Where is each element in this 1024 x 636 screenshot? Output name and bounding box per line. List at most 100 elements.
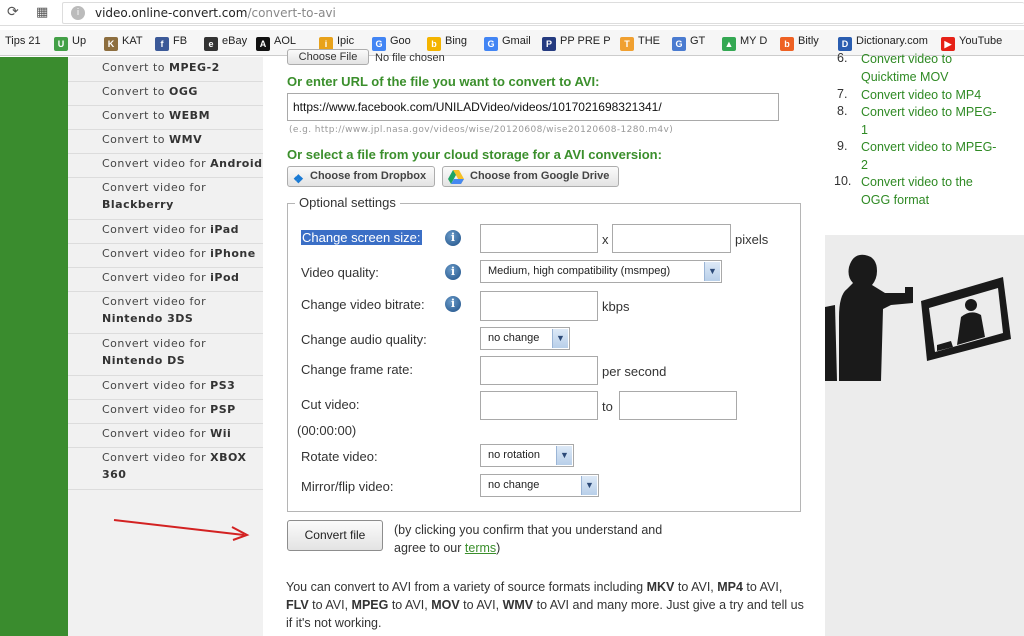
sidebar-link[interactable]: Convert to WMV <box>102 131 202 148</box>
video-bitrate-input[interactable] <box>480 291 598 321</box>
sidebar-link[interactable]: Convert video for Android <box>102 155 263 172</box>
sidebar-link[interactable]: Convert video for iPod <box>102 269 239 286</box>
sidebar-divider <box>68 105 263 106</box>
related-link-line1: Convert video to <box>861 52 953 66</box>
bookmark-item[interactable]: T THE <box>620 35 660 51</box>
sidebar-link-format: Nintendo 3DS <box>102 312 194 325</box>
bookmark-item[interactable]: G Gmail <box>484 35 531 51</box>
sidebar-link[interactable]: Convert video for PS3 <box>102 377 235 394</box>
format-name: MPEG <box>351 598 389 612</box>
drive-icon: ▲ <box>722 37 736 51</box>
sidebar-link[interactable]: Convert to OGG <box>102 83 198 100</box>
bookmark-item[interactable]: D Dictionary.com <box>838 35 928 51</box>
sidebar-link-prefix: Convert video for <box>102 451 211 464</box>
sidebar-link-format: Android <box>210 157 263 170</box>
source-url-input[interactable]: https://www.facebook.com/UNILADVideo/vid… <box>287 93 779 121</box>
screen-size-info-icon[interactable]: i <box>445 230 461 246</box>
cut-end-input[interactable] <box>619 391 737 420</box>
sidebar-link[interactable]: Convert video for XBOX 360 <box>102 449 246 483</box>
sidebar-link[interactable]: Convert video for Wii <box>102 425 231 442</box>
cut-start-input[interactable] <box>480 391 598 420</box>
terms-link[interactable]: terms <box>465 541 496 555</box>
format-name: WMV <box>502 598 534 612</box>
frame-rate-input[interactable] <box>480 356 598 385</box>
bookmark-label: Bitly <box>798 35 819 47</box>
paypal-icon: P <box>542 37 556 51</box>
rotate-video-select[interactable]: no rotation ▼ <box>480 444 574 467</box>
site-info-icon[interactable]: i <box>71 6 85 20</box>
related-link[interactable]: Convert video to the OGG format <box>861 174 973 209</box>
confirm-text: (by clicking you confirm that you unders… <box>394 521 662 557</box>
mirror-flip-label: Mirror/flip video: <box>301 479 394 494</box>
sidebar-link-format: Blackberry <box>102 198 174 211</box>
related-link-line2: 1 <box>861 122 868 137</box>
bookmark-label: AOL <box>274 35 297 47</box>
sidebar-divider <box>68 267 263 268</box>
bookmark-item[interactable]: b Bitly <box>780 35 819 51</box>
sidebar-divider <box>68 423 263 424</box>
sidebar-link[interactable]: Convert video for PSP <box>102 401 236 418</box>
audio-quality-select[interactable]: no change ▼ <box>480 327 570 350</box>
dropbox-label: Choose from Dropbox <box>310 170 427 182</box>
related-link-number: 10. <box>834 174 852 188</box>
bookmark-item[interactable]: ▶ YouTube <box>941 35 1002 51</box>
optional-settings-legend: Optional settings <box>295 195 400 210</box>
choose-file-button[interactable]: Choose File <box>287 49 369 65</box>
description-text: to AVI, <box>459 598 503 612</box>
video-bitrate-info-icon[interactable]: i <box>445 296 461 312</box>
bookmark-item[interactable]: U Up <box>54 35 86 51</box>
sidebar-divider <box>68 153 263 154</box>
bookmark-item[interactable]: b Bing <box>427 35 467 51</box>
bookmark-item[interactable]: P PP PRE P <box>542 35 611 51</box>
bookmark-label: YouTube <box>959 35 1003 47</box>
related-link[interactable]: Convert video to MPEG- 1 <box>861 104 996 139</box>
format-name: MOV <box>431 598 460 612</box>
video-quality-select[interactable]: Medium, high compatibility (msmpeg) ▼ <box>480 260 722 283</box>
mirror-flip-select[interactable]: no change ▼ <box>480 474 599 497</box>
url-input[interactable]: i video.online-convert.com/convert-to-av… <box>62 2 1024 24</box>
related-link-line1: Convert video to MP4 <box>861 88 982 102</box>
bookmark-item[interactable]: Tips 21 <box>5 35 41 47</box>
bookmark-item[interactable]: ▲ MY D <box>722 35 767 51</box>
sidebar-divider <box>68 243 263 244</box>
bookmark-label: GT <box>690 35 706 47</box>
sidebar-link[interactable]: Convert to MPEG-2 <box>102 59 220 76</box>
sidebar-link-prefix: Convert video for <box>102 427 211 440</box>
description-text: to AVI, <box>308 598 352 612</box>
related-link[interactable]: Convert video to MP4 <box>861 87 981 105</box>
height-input[interactable] <box>612 224 731 253</box>
sidebar-link[interactable]: Convert video for Nintendo 3DS <box>102 293 206 327</box>
url-heading: Or enter URL of the file you want to con… <box>287 74 600 89</box>
sidebar-link-format: XBOX <box>210 451 247 464</box>
sidebar-link[interactable]: Convert video for Blackberry <box>102 179 206 213</box>
bookmark-item[interactable]: K KAT <box>104 35 143 51</box>
sidebar-link-prefix: Convert video for <box>102 295 207 308</box>
bookmark-label: Goo <box>390 35 411 47</box>
bookmark-item[interactable]: e eBay <box>204 35 247 51</box>
google-drive-button[interactable]: Choose from Google Drive <box>442 166 619 187</box>
bookmark-item[interactable]: G Goo <box>372 35 411 51</box>
convert-file-button[interactable]: Convert file <box>287 520 383 551</box>
up-icon: U <box>54 37 68 51</box>
sidebar-link[interactable]: Convert to WEBM <box>102 107 210 124</box>
page-left-band <box>0 57 68 636</box>
youtube-icon: ▶ <box>941 37 955 51</box>
bookmark-item[interactable]: f FB <box>155 35 187 51</box>
sidebar-divider <box>68 375 263 376</box>
bookmark-item[interactable]: G GT <box>672 35 705 51</box>
sidebar-link[interactable]: Convert video for iPhone <box>102 245 256 262</box>
apps-grid-icon[interactable]: ▦ <box>36 5 48 20</box>
reload-icon[interactable]: ⟳ <box>7 4 19 20</box>
video-quality-info-icon[interactable]: i <box>445 264 461 280</box>
bookmark-label: Bing <box>445 35 468 47</box>
related-link-line1: Convert video to MPEG- <box>861 140 997 154</box>
google-icon: G <box>372 37 386 51</box>
sidebar-link-prefix: Convert video for <box>102 337 207 350</box>
sidebar-link[interactable]: Convert video for iPad <box>102 221 239 238</box>
width-input[interactable] <box>480 224 598 253</box>
confirm-line2-end: ) <box>496 541 501 555</box>
related-link[interactable]: Convert video to MPEG- 2 <box>861 139 996 174</box>
dropbox-button[interactable]: ❖ Choose from Dropbox <box>287 166 435 187</box>
related-link[interactable]: Convert video to Quicktime MOV <box>861 51 952 86</box>
sidebar-link[interactable]: Convert video for Nintendo DS <box>102 335 206 369</box>
